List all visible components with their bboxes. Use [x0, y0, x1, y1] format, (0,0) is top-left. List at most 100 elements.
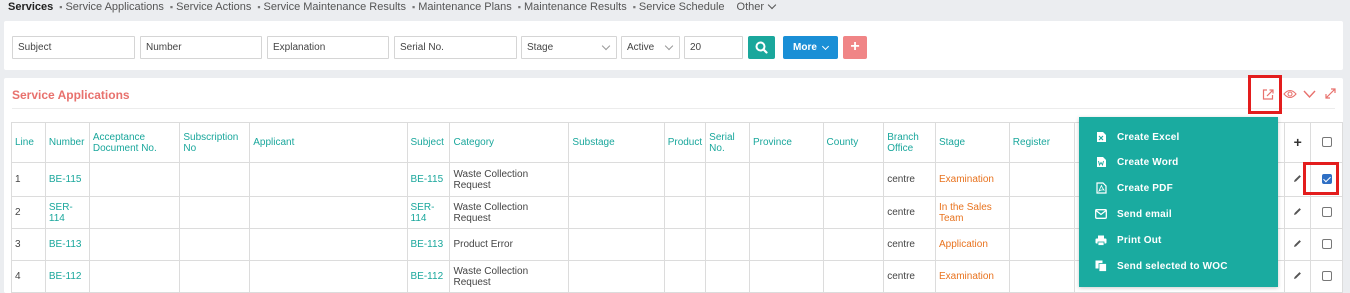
column-header[interactable]: Subject: [406, 122, 451, 163]
nav-item-maintenance-plans[interactable]: Maintenance Plans: [418, 1, 512, 13]
nav-item-service-schedule[interactable]: Service Schedule: [639, 1, 725, 13]
subject-cell[interactable]: BE-113: [406, 228, 451, 261]
explanation-filter-input[interactable]: Explanation: [267, 36, 389, 59]
create-excel-menu-item[interactable]: Create Excel: [1095, 128, 1179, 146]
number-filter-input[interactable]: Number: [140, 36, 262, 59]
column-header[interactable]: Subscription No: [179, 122, 251, 163]
copy-icon: [1095, 260, 1107, 272]
column-header[interactable]: Number: [44, 122, 90, 163]
subscription-cell: [179, 196, 251, 229]
number-cell[interactable]: BE-115: [44, 162, 90, 197]
row-checkbox[interactable]: [1321, 207, 1332, 218]
subject-cell[interactable]: BE-112: [406, 260, 451, 293]
substage-cell: [568, 162, 665, 197]
column-header[interactable]: Applicant: [249, 122, 408, 163]
substage-cell: [568, 260, 665, 293]
nav-other-label: Other: [736, 0, 765, 13]
edit-cell: [1284, 260, 1312, 293]
substage-cell: [568, 196, 665, 229]
stage-filter-select[interactable]: Stage: [521, 36, 617, 59]
county-cell: [822, 260, 885, 293]
divider: [12, 108, 1335, 109]
county-cell: [822, 196, 885, 229]
nav-item-services[interactable]: Services: [8, 1, 53, 13]
applicant-cell: [249, 260, 408, 293]
pencil-icon[interactable]: [1293, 174, 1302, 183]
column-header[interactable]: Register: [1008, 122, 1076, 163]
page-size-input[interactable]: 20: [684, 36, 743, 59]
acceptance-doc-cell: [88, 228, 181, 261]
eye-icon[interactable]: [1283, 88, 1297, 100]
serial-no-filter-input[interactable]: Serial No.: [394, 36, 517, 59]
column-header[interactable]: Stage: [934, 122, 1010, 163]
column-header[interactable]: County: [822, 122, 885, 163]
select-cell: [1310, 196, 1343, 229]
column-header[interactable]: Acceptance Document No.: [88, 122, 181, 163]
stage-cell: Examination: [934, 260, 1010, 293]
nav-item-service-applications[interactable]: Service Applications: [65, 1, 163, 13]
column-header[interactable]: Product: [663, 122, 707, 163]
add-column-button[interactable]: +: [1284, 122, 1312, 163]
subject-cell[interactable]: SER-114: [406, 196, 451, 229]
select-all-checkbox[interactable]: [1321, 137, 1332, 148]
number-cell[interactable]: BE-112: [44, 260, 90, 293]
acceptance-doc-cell: [88, 162, 181, 197]
number-cell[interactable]: BE-113: [44, 228, 90, 261]
more-button[interactable]: More: [783, 36, 838, 59]
more-button-label: More: [793, 42, 817, 53]
checkbox-highlight-box: [1303, 162, 1339, 195]
number-cell[interactable]: SER-114: [44, 196, 90, 229]
subscription-cell: [179, 260, 251, 293]
chevron-down-icon: [767, 0, 777, 9]
menu-item-label: Create PDF: [1117, 182, 1173, 194]
column-header[interactable]: Substage: [568, 122, 665, 163]
column-header[interactable]: Province: [748, 122, 824, 163]
top-navigation: Services ▪ Service Applications ▪ Servic…: [8, 0, 781, 13]
column-header[interactable]: Branch Office: [883, 122, 936, 163]
province-cell: [748, 162, 824, 197]
pencil-icon[interactable]: [1293, 207, 1302, 216]
expand-icon[interactable]: [1325, 88, 1336, 99]
serial-no-cell: [705, 196, 750, 229]
substage-cell: [568, 228, 665, 261]
nav-item-service-actions[interactable]: Service Actions: [176, 1, 251, 13]
send-email-menu-item[interactable]: Send email: [1095, 205, 1172, 223]
menu-item-label: Send selected to WOC: [1117, 260, 1228, 272]
nav-item-other-dropdown[interactable]: Other: [736, 0, 777, 13]
category-cell: Waste Collection Request: [449, 162, 570, 197]
collapse-chevron-icon[interactable]: [1303, 89, 1316, 99]
applicant-cell: [249, 228, 408, 261]
column-header[interactable]: Serial No.: [705, 122, 750, 163]
line-cell: 2: [11, 196, 46, 229]
pencil-icon[interactable]: [1293, 271, 1302, 280]
status-filter-select[interactable]: Active: [621, 36, 680, 59]
create-word-menu-item[interactable]: Create Word: [1095, 153, 1178, 171]
row-checkbox[interactable]: [1321, 239, 1332, 250]
send-selected-to-woc-menu-item[interactable]: Send selected to WOC: [1095, 257, 1228, 275]
nav-item-service-maintenance-results[interactable]: Service Maintenance Results: [264, 1, 406, 13]
create-pdf-menu-item[interactable]: Create PDF: [1095, 179, 1173, 197]
print-out-menu-item[interactable]: Print Out: [1095, 231, 1162, 249]
search-button[interactable]: [748, 36, 775, 59]
product-cell: [663, 196, 707, 229]
county-cell: [822, 228, 885, 261]
line-cell: 4: [11, 260, 46, 293]
serial-no-cell: [705, 228, 750, 261]
pencil-icon[interactable]: [1293, 239, 1302, 248]
row-checkbox[interactable]: [1321, 271, 1332, 282]
envelope-icon: [1095, 208, 1107, 220]
add-button[interactable]: +: [843, 36, 867, 59]
applicant-cell: [249, 162, 408, 197]
pdf-file-icon: [1095, 182, 1107, 194]
category-cell: Product Error: [449, 228, 570, 261]
branch-office-cell: centre: [883, 228, 936, 261]
subject-filter-input[interactable]: Subject: [12, 36, 135, 59]
subject-cell[interactable]: BE-115: [406, 162, 451, 197]
branch-office-cell: centre: [883, 196, 936, 229]
column-header[interactable]: Category: [449, 122, 570, 163]
menu-item-label: Send email: [1117, 208, 1172, 220]
column-header[interactable]: Line: [11, 122, 46, 163]
nav-item-maintenance-results[interactable]: Maintenance Results: [524, 1, 627, 13]
line-cell: 1: [11, 162, 46, 197]
product-cell: [663, 260, 707, 293]
